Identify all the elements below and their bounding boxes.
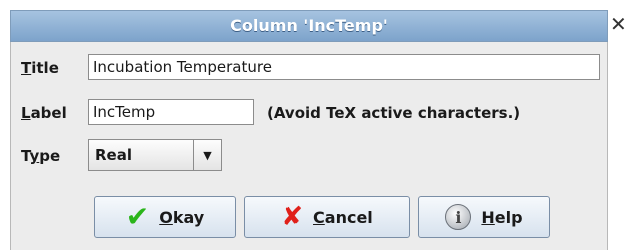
title-label: Title [21,59,59,77]
type-select[interactable]: Real ▼ [88,139,222,171]
close-icon[interactable]: ✕ [610,14,625,34]
okay-label: Okay [159,207,205,227]
help-button[interactable]: i Help [418,196,550,238]
okay-button[interactable]: ✔ Okay [94,196,236,238]
help-icon: i [445,204,472,230]
dialog-window: Column 'IncTemp' ✕ Title Incubation Temp… [0,0,625,250]
title-field[interactable]: Incubation Temperature [88,54,600,80]
type-label: Type [21,147,61,165]
help-label: Help [481,207,523,227]
chevron-down-icon[interactable]: ▼ [193,140,221,170]
cancel-button[interactable]: ✘ Cancel [244,196,410,238]
label-field[interactable]: IncTemp [88,99,254,125]
dialog-body: Title Incubation Temperature Label IncTe… [10,42,608,250]
checkmark-icon: ✔ [125,200,150,233]
type-select-value: Real [95,146,132,164]
label-hint: (Avoid TeX active characters.) [267,104,521,122]
x-icon: ✘ [281,202,304,232]
title-bar[interactable]: Column 'IncTemp' [10,10,608,42]
cancel-label: Cancel [313,207,373,227]
label-label: Label [21,104,67,122]
window-title: Column 'IncTemp' [230,16,388,35]
